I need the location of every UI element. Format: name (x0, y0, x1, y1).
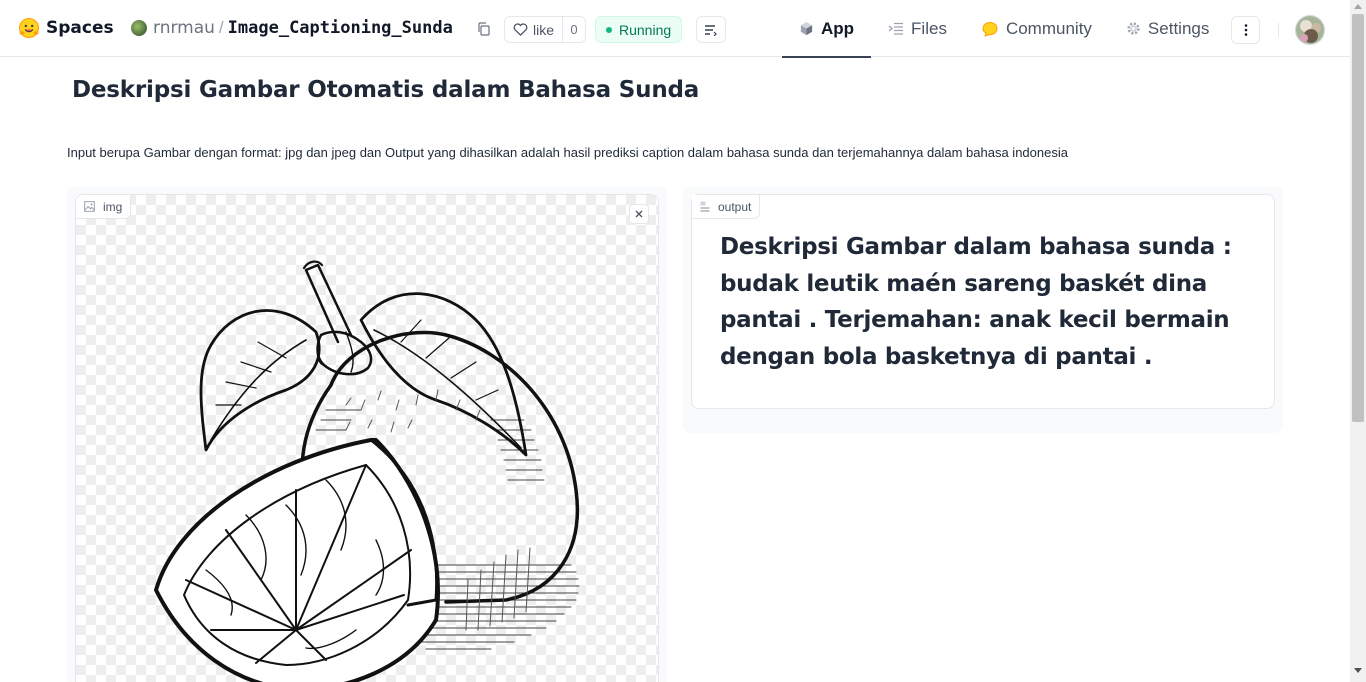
scroll-up-arrow-icon[interactable] (1354, 4, 1362, 9)
brand-label: Spaces (46, 18, 114, 38)
cube-icon (800, 21, 813, 36)
tab-settings-label: Settings (1147, 18, 1210, 38)
page-title: Deskripsi Gambar Otomatis dalam Bahasa S… (72, 77, 700, 103)
input-panel: img (67, 186, 667, 682)
tab-settings[interactable]: Settings (1109, 0, 1226, 57)
output-label: output (692, 195, 761, 219)
top-navbar: Spaces rnrmau / Image_Captioning_Sunda l… (0, 0, 1350, 58)
like-label: like (533, 21, 555, 38)
image-input[interactable]: img (75, 194, 659, 682)
like-button[interactable]: like 0 (504, 16, 586, 43)
vertical-scrollbar[interactable] (1350, 0, 1366, 682)
output-textbox: output Deskripsi Gambar dalam bahasa sun… (691, 194, 1275, 409)
kebab-menu-icon (1244, 24, 1247, 36)
avatar-image (1296, 16, 1324, 44)
repo-breadcrumb: rnrmau / Image_Captioning_Sunda (131, 18, 453, 38)
image-icon (84, 201, 95, 212)
repo-name-link[interactable]: Image_Captioning_Sunda (228, 18, 453, 38)
tab-files[interactable]: Files (871, 0, 964, 57)
spaces-brand-link[interactable]: Spaces (18, 17, 114, 39)
running-status-badge[interactable]: Running (595, 16, 683, 43)
community-icon (982, 21, 998, 37)
files-icon (888, 22, 904, 35)
user-avatar[interactable] (1295, 15, 1325, 45)
header-divider (1278, 23, 1279, 37)
copy-icon[interactable] (477, 22, 491, 36)
image-input-label: img (76, 195, 132, 219)
breadcrumb-separator: / (218, 18, 224, 37)
gear-icon (1127, 22, 1140, 35)
image-input-label-text: img (103, 199, 123, 214)
space-tabs: App Files Community Settings (782, 0, 1226, 58)
text-icon (700, 201, 710, 212)
scroll-down-arrow-icon[interactable] (1354, 668, 1362, 673)
like-count: 0 (570, 22, 578, 37)
more-options-button[interactable] (1231, 16, 1260, 44)
heart-icon (513, 23, 528, 36)
output-panel: output Deskripsi Gambar dalam bahasa sun… (683, 186, 1283, 433)
clear-image-button[interactable] (629, 204, 649, 224)
scrollbar-thumb[interactable] (1352, 14, 1364, 422)
owner-link[interactable]: rnrmau (153, 18, 215, 38)
caption-output-text: Deskripsi Gambar dalam bahasa sunda : bu… (720, 234, 1232, 370)
tab-files-label: Files (911, 18, 947, 38)
uploaded-orange-drawing (154, 260, 580, 682)
app-description: Input berupa Gambar dengan format: jpg d… (67, 145, 1068, 160)
logs-button[interactable] (696, 16, 726, 43)
owner-avatar (131, 20, 147, 36)
tab-community-label: Community (1005, 18, 1092, 38)
status-dot-icon (606, 26, 612, 33)
tab-community[interactable]: Community (964, 0, 1109, 57)
hugging-face-logo-icon (19, 18, 39, 38)
tab-app-label: App (821, 18, 855, 38)
tab-app[interactable]: App (782, 0, 872, 58)
close-icon (635, 210, 643, 218)
output-label-text: output (718, 199, 752, 214)
list-icon (705, 24, 717, 36)
status-label: Running (619, 21, 672, 38)
